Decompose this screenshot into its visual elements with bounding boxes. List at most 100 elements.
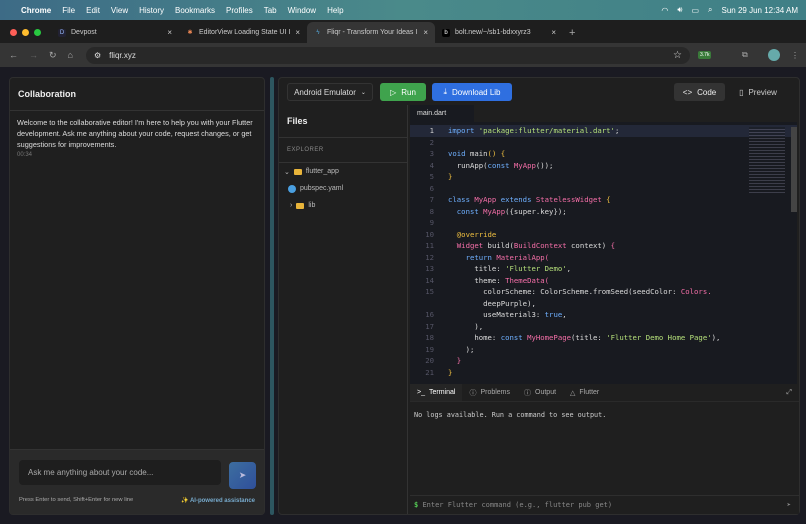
code-token: , [562,310,566,319]
code-line[interactable]: 11 Widget build(BuildContext context) { [410,240,797,252]
code-token: StatelessWidget [536,195,606,204]
new-tab-button[interactable]: + [563,27,581,43]
close-tab-icon[interactable]: × [551,28,556,37]
code-line[interactable]: 7class MyApp extends StatelessWidget { [410,194,797,206]
avatar[interactable] [768,49,780,61]
send-icon: ➤ [239,470,247,480]
code-view-button[interactable]: <>Code [674,83,725,101]
device-select[interactable]: Android Emulator⌄ [287,83,373,101]
resize-handle[interactable] [270,77,274,515]
reload-icon[interactable]: ↻ [49,50,57,61]
site-settings-icon[interactable]: ⚙ [94,51,101,60]
tab-terminal[interactable]: >_Terminal [410,384,462,401]
tab-favicon: D [58,29,66,37]
browser-tab[interactable]: ✱EditorView Loading State UI I× [179,22,307,43]
terminal-input[interactable]: $ Enter Flutter command (e.g., flutter p… [410,495,799,514]
code-line[interactable]: deepPurple), [410,298,797,310]
code-line[interactable]: 10 @override [410,229,797,241]
preview-button[interactable]: ▯Preview [731,83,785,101]
code-line[interactable]: 3void main() { [410,148,797,160]
battery-icon[interactable]: ▭ [691,6,699,15]
code-line[interactable]: 15 colorScheme: ColorScheme.fromSeed(see… [410,286,797,298]
code-line[interactable]: 16 useMaterial3: true, [410,309,797,321]
code-line[interactable]: 8 const MyApp({super.key}); [410,206,797,218]
code-line[interactable]: 6 [410,183,797,195]
menu-app-name[interactable]: Chrome [21,6,51,15]
minimap[interactable] [749,127,785,195]
code-token: } [448,356,461,365]
line-text: theme: ThemeData( [434,275,549,287]
wifi-icon[interactable]: ◠ [661,6,668,15]
code-line[interactable]: 18 home: const MyHomePage(title: 'Flutte… [410,332,797,344]
code-token: { [606,195,610,204]
code-editor[interactable]: main.dart 1import 'package:flutter/mater… [410,105,797,384]
forward-icon[interactable]: → [29,50,38,61]
url-field[interactable]: ⚙ fliqr.xyz ☆ [86,47,690,64]
menu-tab[interactable]: Tab [264,6,277,15]
browser-tab[interactable]: bbolt.new/~/sb1-bdxxyrz3× [435,22,563,43]
code-line[interactable]: 17 ), [410,321,797,333]
send-button[interactable]: ➤ [229,462,256,489]
maximize-icon[interactable]: ⤢ [779,384,799,401]
browser-tab[interactable]: DDevpost× [51,22,179,43]
tab-output[interactable]: ⓘOutput [517,384,563,401]
code-line[interactable]: 1import 'package:flutter/material.dart'; [410,125,797,137]
volume-icon[interactable]: 🔊︎ [677,5,682,15]
code-token: , [567,264,571,273]
file-tab-main-dart[interactable]: main.dart [410,105,474,122]
close-window-button[interactable] [10,29,17,36]
code-token: extends [501,195,536,204]
menubar-status-area: ◠ 🔊︎ ▭ ⌕ Sun 29 Jun 12:34 AM [661,0,798,20]
code-token: 'Flutter Demo' [505,264,567,273]
extensions-icon[interactable]: ⧉ [742,50,748,60]
download-lib-button[interactable]: ⤓Download Lib [432,83,512,101]
code-token: const [501,333,527,342]
code-line[interactable]: 4 runApp(const MyApp()); [410,160,797,172]
yaml-file-icon [288,185,296,193]
tree-folder-flutter-app[interactable]: ⌄flutter_app [279,163,407,180]
code-line[interactable]: 21} [410,367,797,379]
close-tab-icon[interactable]: × [167,28,172,37]
clock[interactable]: Sun 29 Jun 12:34 AM [722,6,799,15]
close-tab-icon[interactable]: × [295,28,300,37]
code-line[interactable]: 20 } [410,355,797,367]
run-button[interactable]: ▷Run [380,83,426,101]
tab-flutter[interactable]: △Flutter [563,384,606,401]
chat-input[interactable]: Ask me anything about your code... [19,460,221,485]
tab-problems[interactable]: ⓘProblems [462,384,517,401]
menu-window[interactable]: Window [288,6,316,15]
line-number: 13 [410,263,434,275]
editor-scrollbar[interactable] [791,127,797,212]
bookmark-star-icon[interactable]: ☆ [673,50,682,61]
code-token: () { [488,149,506,158]
code-line[interactable]: 19 ); [410,344,797,356]
menu-profiles[interactable]: Profiles [226,6,253,15]
code-line[interactable]: 9 [410,217,797,229]
code-line[interactable]: 2 [410,137,797,149]
browser-tab-active[interactable]: ϟFliqr - Transform Your Ideas I× [307,22,435,43]
more-menu-icon[interactable]: ⋮ [791,51,799,60]
menu-bookmarks[interactable]: Bookmarks [175,6,215,15]
code-line[interactable]: 14 theme: ThemeData( [410,275,797,287]
code-line[interactable]: 13 title: 'Flutter Demo', [410,263,797,275]
collaboration-panel: Collaboration Welcome to the collaborati… [9,77,265,515]
search-icon[interactable]: ⌕ [708,5,712,15]
code-lines[interactable]: 1import 'package:flutter/material.dart';… [410,125,797,378]
send-icon[interactable]: ➤ [787,501,791,509]
code-token: @override [448,230,496,239]
code-line[interactable]: 12 return MaterialApp( [410,252,797,264]
menu-file[interactable]: File [62,6,75,15]
tree-folder-lib[interactable]: ›lib [279,197,407,214]
menu-view[interactable]: View [111,6,128,15]
minimize-window-button[interactable] [22,29,29,36]
back-icon[interactable]: ← [9,50,18,61]
home-icon[interactable]: ⌂ [68,50,73,61]
extension-badge[interactable]: 3.7k [698,51,711,59]
menu-history[interactable]: History [139,6,164,15]
code-line[interactable]: 5} [410,171,797,183]
menu-help[interactable]: Help [327,6,343,15]
close-tab-icon[interactable]: × [423,28,428,37]
tree-file-pubspec[interactable]: pubspec.yaml [279,180,407,197]
zoom-window-button[interactable] [34,29,41,36]
menu-edit[interactable]: Edit [86,6,100,15]
